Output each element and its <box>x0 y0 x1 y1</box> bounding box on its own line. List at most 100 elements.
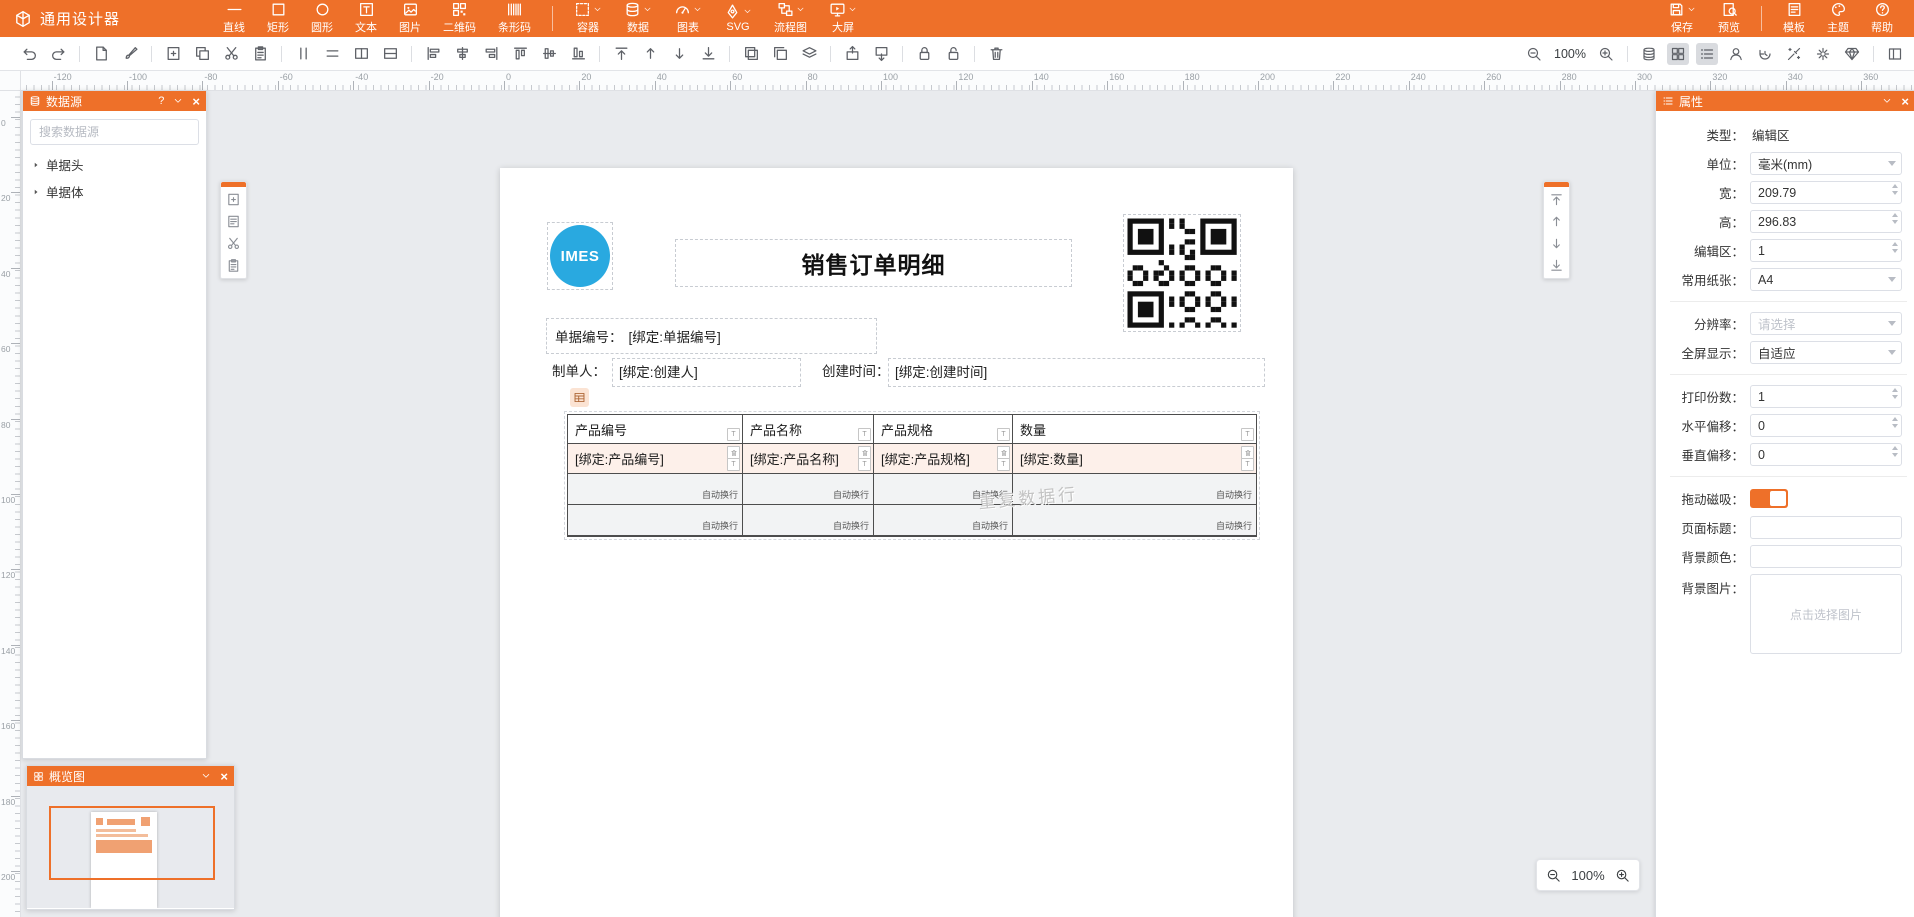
tool-svg[interactable]: SVG <box>713 0 763 37</box>
split-h-icon[interactable] <box>379 43 401 65</box>
help-icon[interactable]: ? <box>158 96 164 107</box>
zoom-out-icon[interactable] <box>1545 867 1562 884</box>
tool-text[interactable]: 文本 <box>344 0 388 37</box>
properties-panel-header[interactable]: 属性 × <box>1656 91 1914 111</box>
text-style-badge[interactable]: T <box>1241 428 1254 441</box>
auto-wrap-cell[interactable]: 自动换行 <box>568 474 743 504</box>
template-icon[interactable] <box>226 214 241 229</box>
tool-barcode[interactable]: 条形码 <box>487 0 542 37</box>
forward-icon[interactable] <box>841 43 863 65</box>
align-middle-icon[interactable] <box>538 43 560 65</box>
to-bottom-icon[interactable] <box>1549 258 1564 273</box>
layers-icon[interactable] <box>798 43 820 65</box>
tool-line[interactable]: 直线 <box>212 0 256 37</box>
text-style-badge[interactable]: T <box>858 458 871 471</box>
design-page[interactable]: IMES 销售订单明细 单据编号： [绑定:单据编号] 制单人： [绑定:创建人… <box>500 168 1293 917</box>
align-center-h-icon[interactable] <box>451 43 473 65</box>
gear-icon[interactable] <box>1812 43 1834 65</box>
tool-help[interactable]: 帮助 <box>1860 0 1904 37</box>
overview-panel-header[interactable]: 概览图 × <box>27 766 234 786</box>
detail-table[interactable]: 产品编号T产品名称T产品规格T数量T [绑定:产品编号]T[绑定:产品名称]T[… <box>567 414 1257 537</box>
align-top-icon[interactable] <box>509 43 531 65</box>
align-left-icon[interactable] <box>422 43 444 65</box>
insert-icon[interactable] <box>226 192 241 207</box>
clone-icon[interactable] <box>769 43 791 65</box>
text-style-badge[interactable]: T <box>727 428 740 441</box>
binding-cell[interactable]: [绑定:产品编号]T <box>568 444 743 473</box>
tool-theme[interactable]: 主题 <box>1816 0 1860 37</box>
text-style-badge[interactable]: T <box>1241 458 1254 471</box>
text-style-badge[interactable]: T <box>997 428 1010 441</box>
tool-template[interactable]: 模板 <box>1772 0 1816 37</box>
move-down-icon[interactable] <box>1549 236 1564 251</box>
caret-right-icon[interactable] <box>32 188 40 196</box>
plugin-icon[interactable] <box>1841 43 1863 65</box>
tool-data[interactable]: 数据 <box>613 0 663 37</box>
design-canvas[interactable]: IMES 销售订单明细 单据编号： [绑定:单据编号] 制单人： [绑定:创建人… <box>20 90 1914 917</box>
creator-field[interactable]: [绑定:创建人] <box>612 358 801 387</box>
brush-icon[interactable] <box>119 43 141 65</box>
panel-cols-icon[interactable] <box>1884 43 1906 65</box>
background-image-picker[interactable]: 点击选择图片 <box>1750 574 1902 654</box>
prop-select[interactable]: 毫米(mm) <box>1750 152 1902 175</box>
auto-wrap-cell[interactable]: 自动换行 <box>743 474 874 504</box>
auto-wrap-cell[interactable]: 自动换行 <box>743 505 874 535</box>
text-style-badge[interactable]: T <box>858 428 871 441</box>
duplicate-icon[interactable] <box>740 43 762 65</box>
tree-item-单据体[interactable]: 单据体 <box>23 178 206 205</box>
to-top-icon[interactable] <box>1549 192 1564 207</box>
move-up-icon[interactable] <box>1549 214 1564 229</box>
dist-v-icon[interactable] <box>292 43 314 65</box>
close-icon[interactable]: × <box>192 95 200 108</box>
prop-text-input[interactable] <box>1750 545 1902 568</box>
tool-chart[interactable]: 图表 <box>663 0 713 37</box>
align-bottom-icon[interactable] <box>567 43 589 65</box>
undo-icon[interactable] <box>18 43 40 65</box>
tree-item-单据头[interactable]: 单据头 <box>23 151 206 178</box>
split-v-icon[interactable] <box>350 43 372 65</box>
trash-icon[interactable] <box>985 43 1007 65</box>
tool-rect[interactable]: 矩形 <box>256 0 300 37</box>
prop-select[interactable]: A4 <box>1750 268 1902 291</box>
db-stack-icon[interactable] <box>1638 43 1660 65</box>
close-icon[interactable]: × <box>220 770 228 783</box>
binding-cell[interactable]: [绑定:产品规格]T <box>874 444 1013 473</box>
prop-number-input[interactable]: 209.79 <box>1750 181 1902 204</box>
prop-number-input[interactable]: 0 <box>1750 443 1902 466</box>
collapse-icon[interactable] <box>201 771 211 781</box>
move-down-icon[interactable] <box>668 43 690 65</box>
caret-right-icon[interactable] <box>32 161 40 169</box>
history-icon[interactable] <box>1754 43 1776 65</box>
paste-icon[interactable] <box>249 43 271 65</box>
search-input[interactable] <box>30 119 199 145</box>
tool-image[interactable]: 图片 <box>388 0 432 37</box>
prop-number-input[interactable]: 296.83 <box>1750 210 1902 233</box>
zoom-out-icon[interactable] <box>1523 43 1545 65</box>
stepper-arrows-icon[interactable] <box>1892 417 1898 428</box>
tool-circle[interactable]: 圆形 <box>300 0 344 37</box>
order-no-field[interactable]: 单据编号： [绑定:单据编号] <box>546 318 877 354</box>
prop-select[interactable]: 自适应 <box>1750 341 1902 364</box>
logo-element[interactable]: IMES <box>547 222 613 290</box>
lock-icon[interactable] <box>913 43 935 65</box>
unlock-icon[interactable] <box>942 43 964 65</box>
header-cell[interactable]: 产品编号T <box>568 415 743 443</box>
report-title-element[interactable]: 销售订单明细 <box>675 239 1072 287</box>
prop-number-input[interactable]: 0 <box>1750 414 1902 437</box>
header-cell[interactable]: 产品规格T <box>874 415 1013 443</box>
qrcode-element[interactable] <box>1123 214 1241 332</box>
text-style-badge[interactable]: T <box>727 458 740 471</box>
dist-h-icon[interactable] <box>321 43 343 65</box>
binding-cell[interactable]: [绑定:产品名称]T <box>743 444 874 473</box>
binding-cell[interactable]: [绑定:数量]T <box>1013 444 1256 473</box>
insert-icon[interactable] <box>162 43 184 65</box>
prop-text-input[interactable] <box>1750 516 1902 539</box>
copy-icon[interactable] <box>191 43 213 65</box>
zoom-in-icon[interactable] <box>1595 43 1617 65</box>
user-icon[interactable] <box>1725 43 1747 65</box>
auto-wrap-cell[interactable]: 自动换行 <box>1013 505 1256 535</box>
prop-select[interactable]: 请选择 <box>1750 312 1902 335</box>
stepper-arrows-icon[interactable] <box>1892 213 1898 224</box>
tool-preview[interactable]: 预览 <box>1707 0 1751 37</box>
to-bottom-icon[interactable] <box>697 43 719 65</box>
